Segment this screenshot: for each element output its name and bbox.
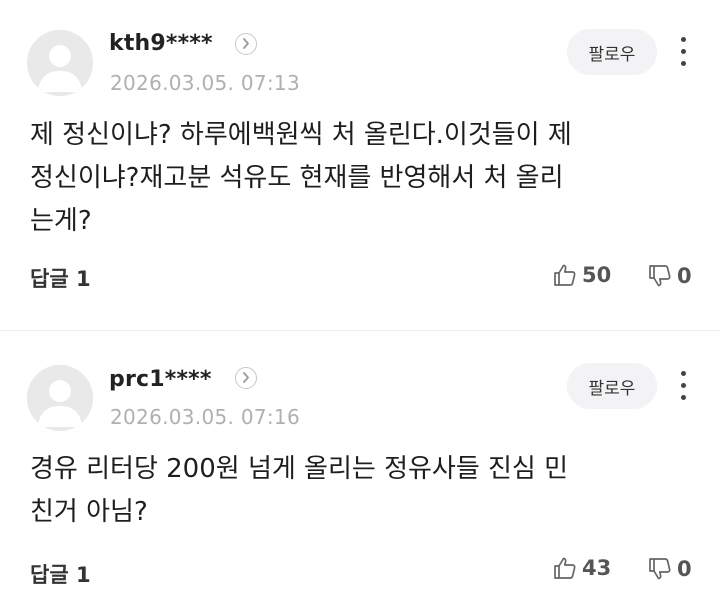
avatar[interactable] xyxy=(27,30,93,96)
dislike-button[interactable]: 0 xyxy=(647,556,692,582)
timestamp: 2026.03.05. 07:16 xyxy=(110,405,300,429)
like-button[interactable]: 50 xyxy=(552,262,611,288)
like-count: 43 xyxy=(582,556,612,580)
comment-text: 경유 리터당 200원 넘게 올리는 정유사들 진심 민 친거 아님? xyxy=(30,454,569,527)
default-avatar-icon xyxy=(27,30,93,96)
timestamp: 2026.03.05. 07:13 xyxy=(110,71,300,95)
thumbs-down-icon xyxy=(649,265,671,287)
dislike-count: 0 xyxy=(677,557,692,581)
chevron-right-icon[interactable] xyxy=(235,33,257,55)
dislike-count: 0 xyxy=(677,264,692,288)
chevron-right-icon[interactable] xyxy=(235,367,257,389)
like-button[interactable]: 43 xyxy=(552,555,611,581)
thumbs-up-icon xyxy=(554,264,576,286)
comment-item: prc1**** 2026.03.05. 07:16 팔로우 경유 리터당 20… xyxy=(0,331,720,608)
more-vertical-icon[interactable] xyxy=(673,369,693,403)
dislike-button[interactable]: 0 xyxy=(647,263,692,289)
reply-button[interactable]: 답글 1 xyxy=(30,559,91,589)
comment-text: 제 정신이냐? 하루에백원씩 처 올린다.이것들이 제 정신이냐?재고분 석유도… xyxy=(30,120,572,236)
thumbs-down-icon xyxy=(649,558,671,580)
avatar[interactable] xyxy=(27,365,93,431)
username[interactable]: prc1**** xyxy=(109,367,212,392)
thumbs-up-icon xyxy=(554,557,576,579)
username[interactable]: kth9**** xyxy=(109,31,213,56)
more-vertical-icon[interactable] xyxy=(673,35,693,69)
like-count: 50 xyxy=(582,263,612,287)
reply-button[interactable]: 답글 1 xyxy=(30,263,91,293)
follow-button[interactable]: 팔로우 xyxy=(567,363,657,409)
comment-item: kth9**** 2026.03.05. 07:13 팔로우 제 정신이냐? 하… xyxy=(0,0,720,330)
follow-button[interactable]: 팔로우 xyxy=(567,29,657,75)
default-avatar-icon xyxy=(27,365,93,431)
